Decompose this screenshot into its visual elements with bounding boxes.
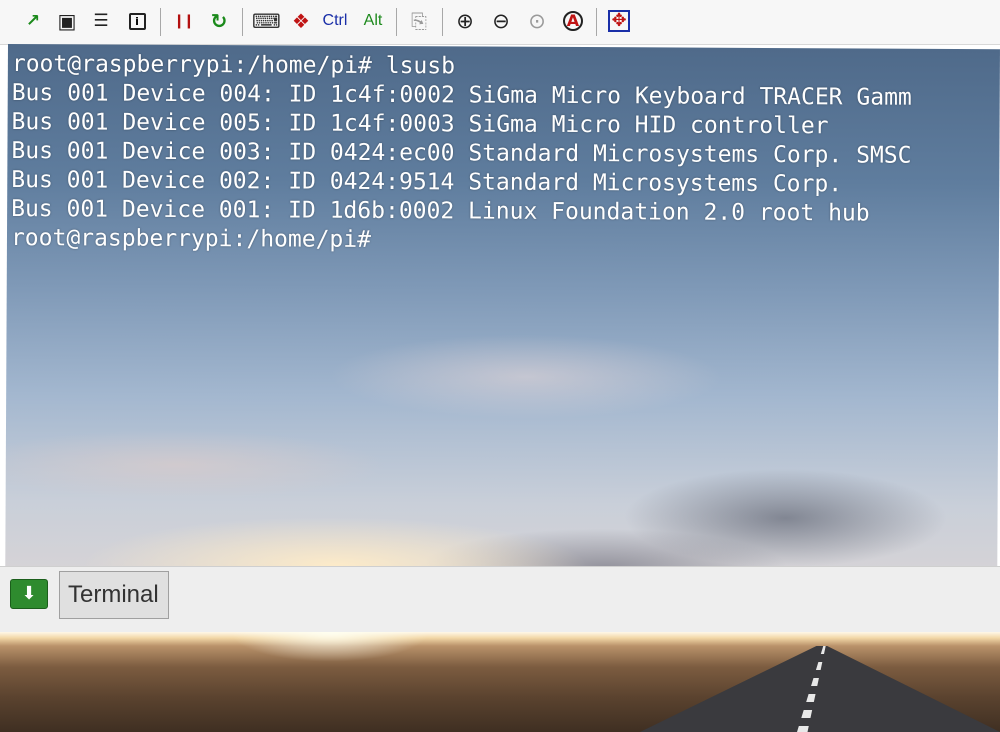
- connection-icon[interactable]: ↗: [20, 8, 46, 34]
- terminal-line: Bus 001 Device 005: ID 1c4f:0003 SiGma M…: [11, 109, 829, 140]
- toolbar-separator: [596, 8, 597, 36]
- pause-icon[interactable]: ❙❙: [170, 8, 196, 34]
- copy-icon[interactable]: ⎘: [406, 8, 432, 34]
- fullscreen-icon[interactable]: ✥: [606, 8, 632, 34]
- refresh-icon[interactable]: ↻: [206, 8, 232, 34]
- wallpaper-landscape: [0, 632, 1000, 732]
- toolbar-separator: [396, 8, 397, 36]
- windows-key-icon[interactable]: ❖: [288, 8, 314, 34]
- zoom-auto-icon[interactable]: A: [560, 8, 586, 34]
- options-icon[interactable]: ☰: [88, 8, 114, 34]
- remote-desktop[interactable]: root@raspberrypi:/home/pi# lsusb Bus 001 …: [5, 44, 1000, 588]
- terminal-output[interactable]: root@raspberrypi:/home/pi# lsusb Bus 001 …: [11, 50, 912, 258]
- info-icon[interactable]: i: [124, 8, 150, 34]
- alt-button[interactable]: Alt: [360, 8, 386, 34]
- zoom-out-icon[interactable]: ⊖: [488, 8, 514, 34]
- terminal-line: Bus 001 Device 003: ID 0424:ec00 Standar…: [11, 138, 912, 169]
- terminal-prompt: root@raspberrypi:/home/pi#: [10, 225, 372, 253]
- sun-glow: [230, 632, 430, 662]
- taskbar-item-terminal[interactable]: Terminal: [59, 571, 169, 619]
- terminal-line: Bus 001 Device 002: ID 0424:9514 Standar…: [11, 167, 843, 198]
- toolbar-separator: [242, 8, 243, 36]
- zoom-in-icon[interactable]: ⊕: [452, 8, 478, 34]
- zoom-fit-icon[interactable]: ⊙: [524, 8, 550, 34]
- taskbar: ⬇ Terminal: [0, 566, 1000, 633]
- viewer-toolbar: ↗ ▣ ☰ i ❙❙ ↻ ⌨ ❖ Ctrl Alt ⎘ ⊕ ⊖ ⊙ A ✥: [0, 0, 1000, 45]
- ctrl-button[interactable]: Ctrl: [322, 8, 348, 34]
- toolbar-separator: [160, 8, 161, 36]
- keyboard-icon[interactable]: ⌨: [252, 8, 281, 34]
- terminal-line: Bus 001 Device 001: ID 1d6b:0002 Linux F…: [11, 196, 870, 227]
- terminal-line: Bus 001 Device 004: ID 1c4f:0002 SiGma M…: [11, 80, 912, 111]
- download-arrow-icon: ⬇: [21, 583, 37, 604]
- terminal-line: root@raspberrypi:/home/pi# lsusb: [11, 51, 456, 80]
- toolbar-separator: [442, 8, 443, 36]
- start-menu-button[interactable]: ⬇: [10, 579, 48, 609]
- save-icon[interactable]: ▣: [54, 8, 80, 34]
